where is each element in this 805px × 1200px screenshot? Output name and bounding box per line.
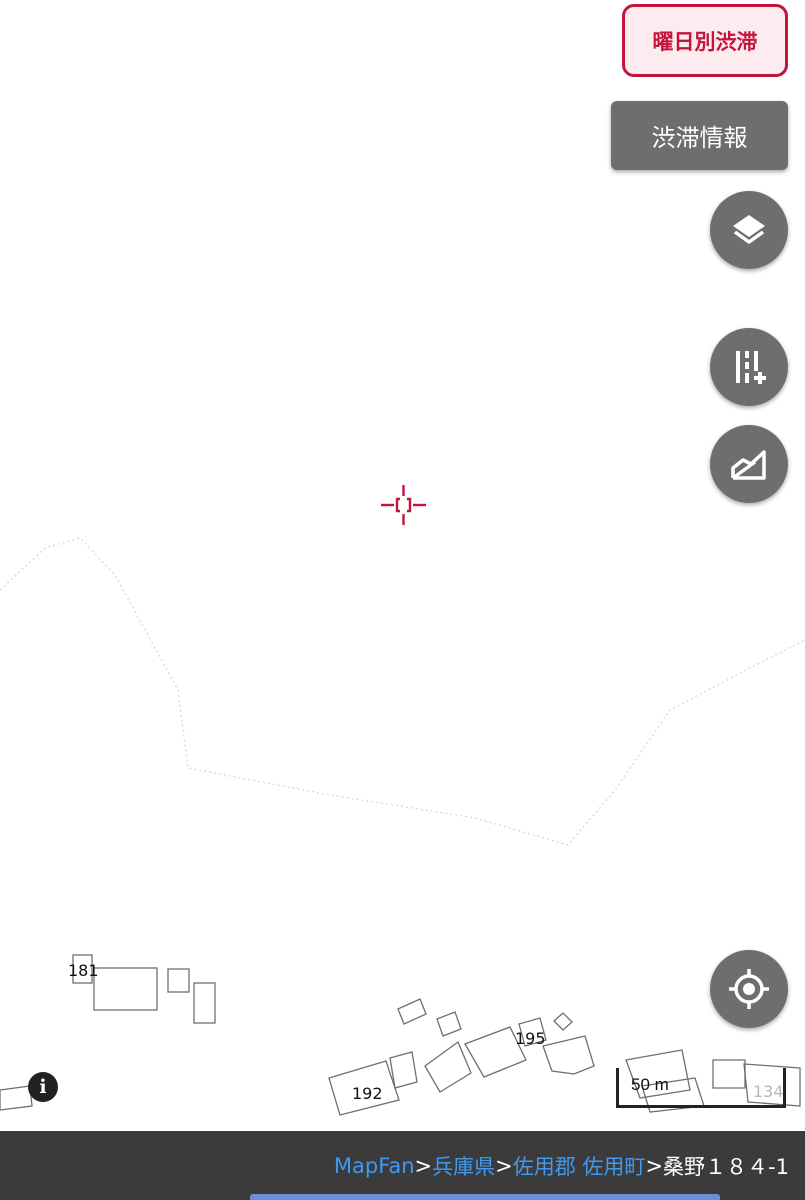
- lot-label-181: 181: [68, 961, 99, 980]
- breadcrumb-link-district[interactable]: 佐用郡 佐用町: [513, 1151, 646, 1181]
- crosshair-icon: [381, 485, 426, 525]
- breadcrumb-separator: >: [414, 1153, 433, 1178]
- lot-label-192: 192: [352, 1084, 383, 1103]
- breadcrumb-link-prefecture[interactable]: 兵庫県: [432, 1151, 495, 1181]
- traffic-info-button[interactable]: 渋滞情報: [611, 101, 788, 170]
- terrain-icon: [731, 450, 766, 480]
- layers-button[interactable]: [710, 191, 788, 269]
- address-breadcrumb-bar: MapFan > 兵庫県 > 佐用郡 佐用町 > 桑野１８４-1: [0, 1131, 805, 1200]
- add-column-button[interactable]: [710, 328, 788, 406]
- breadcrumb-separator: >: [495, 1153, 513, 1178]
- weekday-traffic-button[interactable]: 曜日別渋滞: [622, 4, 788, 77]
- info-icon: i: [39, 1076, 47, 1098]
- current-location-icon: [729, 969, 769, 1009]
- map-canvas[interactable]: 181 195 192 134: [0, 0, 805, 1200]
- breadcrumb-link-root[interactable]: MapFan: [334, 1154, 415, 1178]
- layers-icon: [733, 215, 765, 244]
- breadcrumb-address: 桑野１８４-1: [663, 1154, 789, 1179]
- boundary-lines: [0, 537, 805, 846]
- lot-label-195: 195: [515, 1029, 546, 1048]
- breadcrumb-separator: >: [645, 1153, 664, 1178]
- bottom-panel-handle[interactable]: [250, 1194, 720, 1200]
- add-column-icon: [736, 351, 766, 384]
- scale-label: 50 m: [631, 1075, 669, 1094]
- scale-bar: 50 m: [616, 1068, 786, 1108]
- terrain-button[interactable]: [710, 425, 788, 503]
- current-location-button[interactable]: [710, 950, 788, 1028]
- info-button[interactable]: i: [28, 1072, 58, 1102]
